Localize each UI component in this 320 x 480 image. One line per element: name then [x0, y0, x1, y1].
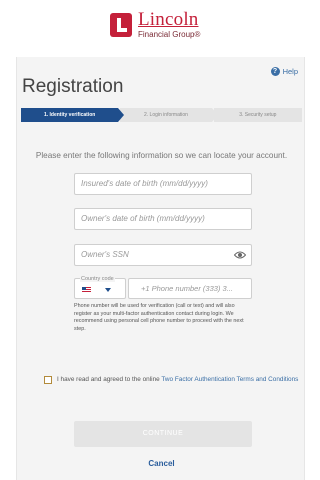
- terms-agreement: I have read and agreed to the online Two…: [44, 375, 299, 384]
- step-identity-verification: 1. Identity verification: [21, 108, 125, 122]
- step-security-setup: 3. Security setup: [213, 108, 302, 122]
- registration-panel: ? Help Registration 1. Identity verifica…: [16, 57, 305, 480]
- phone-note: Phone number will be used for verificati…: [74, 303, 244, 332]
- country-code-label: Country code: [80, 276, 115, 282]
- page-title: Registration: [22, 76, 124, 97]
- help-label: Help: [282, 67, 298, 76]
- progress-steps: 1. Identity verification 2. Login inform…: [21, 108, 302, 122]
- insured-dob-input[interactable]: Insured's date of birth (mm/dd/yyyy): [74, 173, 252, 195]
- owner-ssn-placeholder: Owner's SSN: [81, 250, 129, 259]
- owner-dob-input[interactable]: Owner's date of birth (mm/dd/yyyy): [74, 208, 252, 230]
- cancel-link[interactable]: Cancel: [17, 459, 306, 468]
- lincoln-logo-mark-icon: [110, 13, 132, 37]
- country-code-select[interactable]: Country code: [74, 276, 126, 299]
- help-link[interactable]: ? Help: [270, 67, 298, 76]
- eye-icon[interactable]: [234, 250, 246, 260]
- terms-checkbox[interactable]: [44, 376, 52, 384]
- us-flag-icon: [82, 287, 91, 293]
- brand-sub: Financial Group®: [138, 30, 201, 39]
- step-login-information: 2. Login information: [120, 108, 219, 122]
- terms-text: I have read and agreed to the online Two…: [57, 376, 299, 383]
- phone-number-input[interactable]: +1 Phone number (333) 3...: [128, 278, 252, 299]
- instructions-text: Please enter the following information s…: [35, 151, 288, 160]
- help-circle-icon: ?: [270, 67, 280, 76]
- brand-name: Lincoln: [138, 9, 199, 30]
- phone-row: Country code +1 Phone number (333) 3...: [74, 276, 252, 299]
- lincoln-logo[interactable]: Lincoln Financial Group®: [108, 8, 200, 42]
- chevron-down-icon[interactable]: [105, 288, 111, 292]
- continue-button[interactable]: CONTINUE: [74, 421, 252, 447]
- logo-text: Lincoln Financial Group®: [138, 10, 200, 40]
- terms-link[interactable]: Two Factor Authentication Terms and Cond…: [161, 376, 298, 383]
- owner-ssn-input[interactable]: Owner's SSN: [74, 244, 252, 266]
- header-bar: Lincoln Financial Group®: [0, 0, 309, 55]
